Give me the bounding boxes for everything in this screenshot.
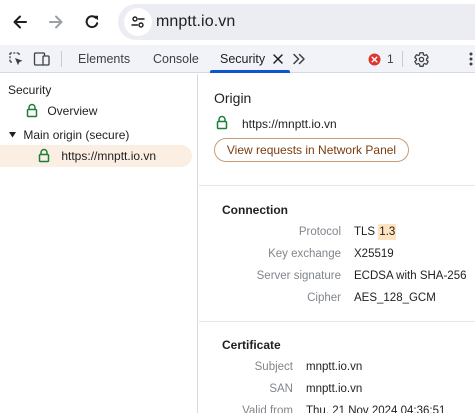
sidebar-item-label: Main origin (secure) [23,127,130,142]
protocol-version-highlight: 1.3 [378,224,397,240]
origin-heading: Origin [214,90,252,106]
sidebar-item-overview[interactable]: Overview [26,103,97,118]
triangle-down-icon[interactable] [8,130,17,139]
view-network-requests-button[interactable]: View requests in Network Panel [214,138,409,162]
sidebar-item-label: https://mnptt.io.vn [61,148,157,163]
valid-from-label: Valid from [242,405,293,413]
active-tab-indicator [210,70,290,73]
kebab-menu-icon [469,52,473,66]
section-divider [199,321,475,322]
more-tabs-button[interactable] [291,51,307,67]
back-arrow-icon [13,15,27,29]
origin-url: https://mnptt.io.vn [242,117,337,131]
cipher-value: AES_128_GCM [354,292,436,304]
subject-label: Subject [254,361,293,373]
server-signature-label: Server signature [256,270,341,282]
section-divider [199,185,475,186]
devtools-tab-bar: Elements Console Security 1 [0,45,475,73]
inspect-element-icon [9,52,23,66]
tab-elements[interactable]: Elements [78,45,130,73]
toolbar-divider [61,51,62,67]
url-text[interactable]: mnptt.io.vn [156,13,235,31]
error-icon [368,53,381,65]
error-count: 1 [387,52,394,66]
lock-icon [26,104,38,118]
sidebar-item-main-origin[interactable]: Main origin (secure) [8,127,129,142]
back-button[interactable] [7,9,33,35]
address-bar[interactable]: mnptt.io.vn [118,4,475,40]
sidebar-item-label: Overview [47,103,98,118]
valid-from-value: Thu, 21 Nov 2024 04:36:51 [306,405,446,413]
error-counter[interactable]: 1 [368,52,394,66]
sidebar-item-origin[interactable]: https://mnptt.io.vn [38,148,156,163]
origin-details-panel: Origin https://mnptt.io.vn View requests… [199,74,475,413]
protocol-value: TLS 1.3 [354,224,397,240]
toolbar-divider [402,51,403,67]
reload-icon [85,15,99,29]
more-tabs-icon [293,53,305,65]
lock-icon [216,115,228,130]
site-info-icon [131,16,145,28]
key-exchange-value: X25519 [354,248,394,260]
san-label: SAN [269,383,293,395]
tab-security[interactable]: Security [220,45,265,73]
security-sidebar: Security Overview Main origin (secure) h… [0,74,198,413]
san-value: mnptt.io.vn [306,383,363,395]
tab-console[interactable]: Console [153,45,199,73]
subject-value: mnptt.io.vn [306,361,363,373]
inspect-element-button[interactable] [7,50,25,68]
settings-button[interactable] [412,50,430,68]
site-info-button[interactable] [124,8,152,36]
more-options-button[interactable] [462,50,475,68]
browser-toolbar: mnptt.io.vn [0,0,475,45]
close-icon [273,54,283,64]
device-toolbar-button[interactable] [33,50,51,68]
forward-button[interactable] [43,9,69,35]
connection-heading: Connection [222,203,288,217]
protocol-label: Protocol [298,226,341,238]
gear-icon [413,51,429,67]
certificate-heading: Certificate [222,338,281,352]
device-toolbar-icon [33,52,50,66]
key-exchange-label: Key exchange [268,248,341,260]
cipher-label: Cipher [307,292,341,304]
server-signature-value: ECDSA with SHA-256 [354,270,467,282]
close-tab-button[interactable] [270,51,286,67]
lock-icon [38,149,50,163]
reload-button[interactable] [79,9,105,35]
sidebar-root-security[interactable]: Security [8,83,51,97]
forward-arrow-icon [49,15,63,29]
